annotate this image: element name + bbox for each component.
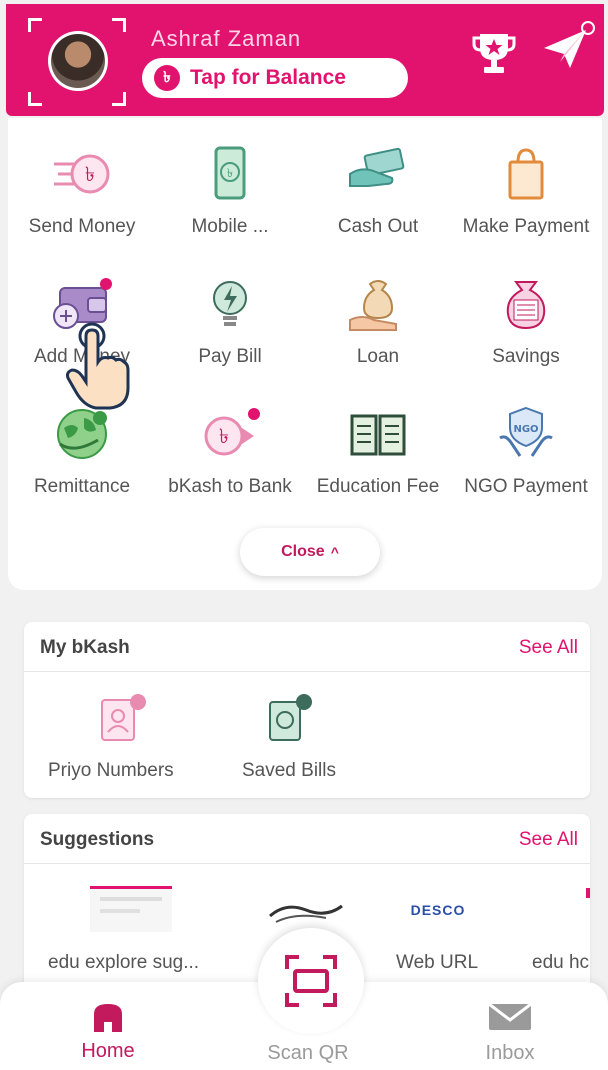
svg-text:৳: ৳ [219, 424, 229, 448]
frame-corner [28, 18, 42, 32]
avatar-frame[interactable] [28, 18, 126, 106]
service-education-fee[interactable]: Education Fee [304, 386, 452, 516]
service-label: bKash to Bank [168, 476, 292, 497]
cash-out-icon [349, 147, 405, 187]
mobile-recharge-icon: ৳ [214, 146, 246, 200]
suggestions-title: Suggestions [40, 829, 155, 850]
saved-bills-label: Saved Bills [242, 760, 336, 781]
envelope-icon [488, 1002, 532, 1030]
suggestion-label: Web URL [396, 952, 479, 973]
frame-corner [112, 18, 126, 32]
tap-for-balance-button[interactable]: ৳ Tap for Balance [142, 58, 408, 98]
service-pay-bill[interactable]: Pay Bill [156, 256, 304, 386]
avatar[interactable] [48, 31, 108, 91]
suggestions-see-all-link[interactable]: See All [519, 829, 578, 851]
suggestion-label: edu hc [532, 952, 590, 973]
balance-label: Tap for Balance [190, 66, 346, 89]
book-icon [350, 414, 406, 456]
service-loan[interactable]: Loan [304, 256, 452, 386]
service-label: Pay Bill [198, 346, 262, 367]
saved-bills-item[interactable]: Saved Bills [234, 672, 374, 792]
suggestion-thumbnail[interactable] [90, 886, 172, 932]
pointer-hand-icon [66, 322, 130, 410]
service-bkash-to-bank[interactable]: ৳ bKash to Bank [156, 386, 304, 516]
taka-arrow-icon: ৳ [204, 408, 260, 456]
svg-text:NGO: NGO [513, 424, 538, 435]
service-cash-out[interactable]: Cash Out [304, 126, 452, 256]
globe-icon [57, 409, 107, 459]
service-make-payment[interactable]: Make Payment [452, 126, 600, 256]
svg-text:৳: ৳ [85, 162, 95, 186]
my-bkash-header: My bKash See All [24, 622, 590, 672]
priyo-numbers-item[interactable]: Priyo Numbers [24, 672, 220, 792]
home-icon [94, 1004, 122, 1032]
saved-bills-icon [269, 694, 312, 741]
trophy-icon[interactable] [472, 30, 516, 76]
scan-qr-button[interactable] [258, 928, 364, 1034]
suggestion-partial-item[interactable] [586, 888, 590, 898]
service-savings[interactable]: Savings [452, 256, 600, 386]
service-send-money[interactable]: ৳ Send Money [8, 126, 156, 256]
suggestion-label: edu explore sug... [48, 952, 200, 973]
frame-corner [28, 92, 42, 106]
ngo-icon: NGO [499, 406, 553, 457]
my-bkash-see-all-link[interactable]: See All [519, 637, 578, 659]
nav-scan-label: Scan QR [267, 1042, 349, 1064]
svg-text:৳: ৳ [227, 166, 233, 180]
frame-corner [112, 92, 126, 106]
priyo-numbers-icon [101, 694, 146, 741]
service-label: NGO Payment [464, 476, 588, 497]
desco-logo[interactable]: DESCO [398, 902, 478, 924]
nav-inbox[interactable]: Inbox [470, 1002, 550, 1065]
paper-plane-icon[interactable] [540, 18, 596, 76]
service-label: Mobile ... [191, 216, 269, 237]
service-label: Make Payment [462, 216, 590, 237]
send-money-icon: ৳ [54, 154, 110, 194]
service-mobile-recharge[interactable]: ৳ Mobile ... [156, 126, 304, 256]
nav-home-label: Home [81, 1040, 135, 1062]
shopping-bag-icon [508, 148, 544, 200]
loan-icon [349, 280, 397, 331]
chevron-up-icon: ^ [330, 544, 339, 560]
service-label: Remittance [33, 476, 131, 497]
service-label: Education Fee [316, 476, 440, 497]
nav-home[interactable]: Home [62, 1000, 154, 1063]
service-label: Loan [356, 346, 400, 367]
scan-qr-icon [285, 955, 337, 1007]
close-button[interactable]: Close ^ [240, 528, 380, 576]
service-label: Send Money [28, 216, 136, 237]
suggestions-header: Suggestions See All [24, 814, 590, 864]
taka-icon: ৳ [154, 65, 180, 91]
nav-inbox-label: Inbox [485, 1042, 535, 1064]
my-bkash-title: My bKash [40, 637, 130, 658]
suggestion-logo-script[interactable] [266, 894, 346, 928]
savings-icon [506, 281, 546, 330]
priyo-numbers-label: Priyo Numbers [48, 760, 174, 781]
profile-header: Ashraf Zaman ৳ Tap for Balance [6, 4, 604, 116]
bulb-icon [213, 281, 247, 326]
service-label: Cash Out [337, 216, 419, 237]
service-ngo-payment[interactable]: NGO NGO Payment [452, 386, 600, 516]
close-label: Close [281, 543, 325, 560]
my-bkash-card: My bKash See All Priyo Numbers Saved Bil… [24, 622, 590, 798]
nav-scan-qr[interactable]: Scan QR [248, 1042, 368, 1065]
user-name: Ashraf Zaman [151, 26, 302, 51]
service-label: Savings [492, 346, 560, 367]
